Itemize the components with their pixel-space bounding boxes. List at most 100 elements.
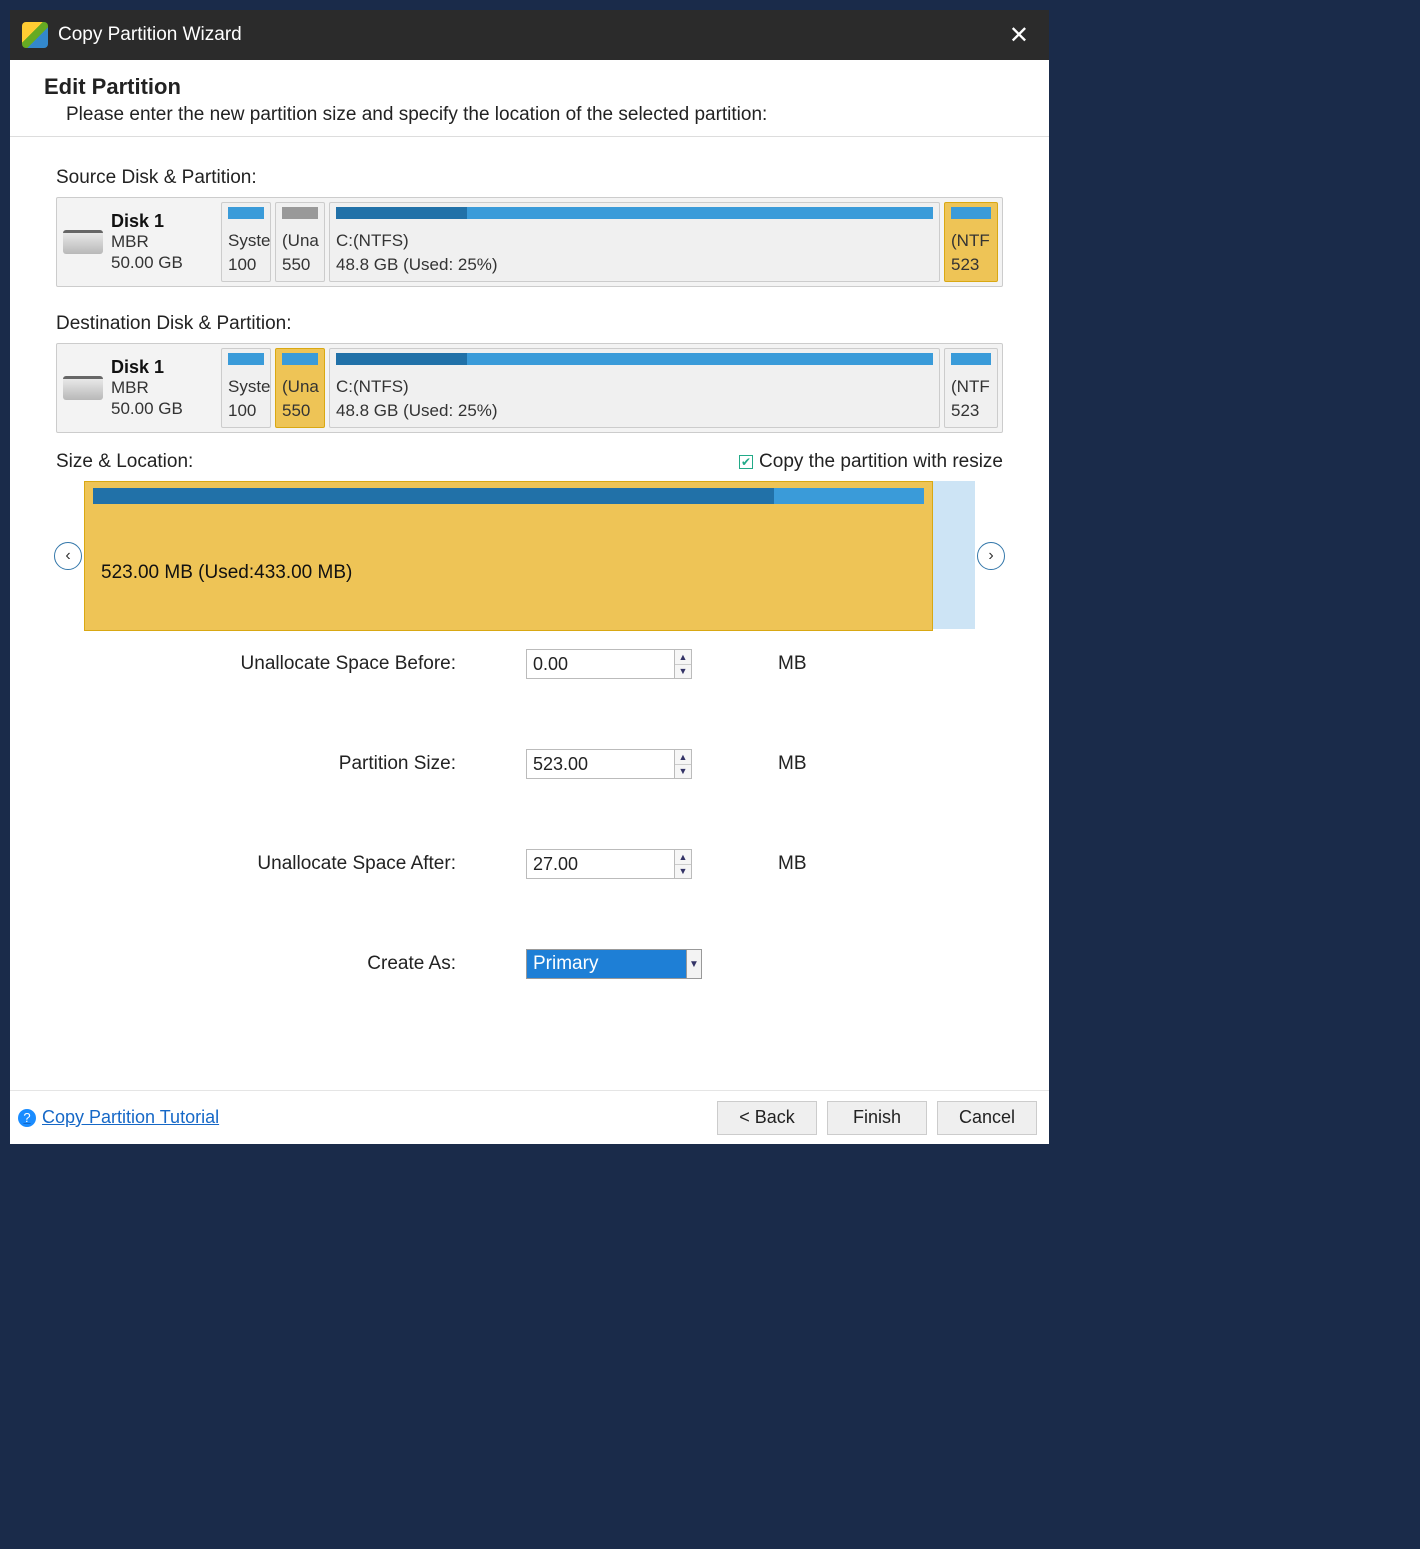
destination-disk-size: 50.00 GB	[111, 399, 183, 419]
stepper-down-icon[interactable]: ▼	[675, 865, 691, 879]
stepper-down-icon[interactable]: ▼	[675, 765, 691, 779]
partition-label: C:(NTFS)	[336, 375, 933, 399]
help-link-text: Copy Partition Tutorial	[42, 1107, 219, 1128]
partition-usage-bar	[336, 353, 933, 365]
source-disk-info: Disk 1 MBR 50.00 GB	[61, 202, 217, 282]
partition-sublabel: 100	[228, 253, 264, 277]
destination-disk-box: Disk 1 MBR 50.00 GB Syste100(Una550C:(NT…	[56, 343, 1003, 433]
partition-usage-bar	[336, 207, 933, 219]
finish-button[interactable]: Finish	[827, 1101, 927, 1135]
partition-sublabel: 550	[282, 399, 318, 423]
partition-usage-bar	[951, 207, 991, 219]
partition-sublabel: 523	[951, 253, 991, 277]
destination-disk-scheme: MBR	[111, 378, 183, 398]
partition-block[interactable]: Syste100	[221, 202, 271, 282]
source-label: Source Disk & Partition:	[56, 167, 1003, 189]
partition-slider[interactable]: 523.00 MB (Used:433.00 MB) ‹ ›	[56, 481, 1003, 631]
partition-sublabel: 550	[282, 253, 318, 277]
partition-label: (Una	[282, 375, 318, 399]
partition-label: (NTF	[951, 375, 991, 399]
destination-label: Destination Disk & Partition:	[56, 313, 1003, 335]
partition-label: (Una	[282, 229, 318, 253]
partition-label: C:(NTFS)	[336, 229, 933, 253]
slider-partition-block[interactable]: 523.00 MB (Used:433.00 MB)	[84, 481, 933, 631]
slider-unallocated-tail	[933, 481, 975, 629]
source-partitions: Syste100(Una550C:(NTFS)48.8 GB (Used: 25…	[221, 202, 998, 282]
partition-usage-bar	[282, 207, 318, 219]
size-location-label: Size & Location:	[56, 451, 739, 473]
partition-usage-bar	[282, 353, 318, 365]
page-title: Edit Partition	[44, 74, 1015, 100]
space-before-unit: MB	[778, 653, 807, 675]
partition-sublabel: 48.8 GB (Used: 25%)	[336, 399, 933, 423]
size-location-row: Size & Location: ✔ Copy the partition wi…	[56, 451, 1003, 473]
partition-label: (NTF	[951, 229, 991, 253]
disk-icon	[63, 376, 103, 400]
space-before-label: Unallocate Space Before:	[56, 653, 526, 675]
cancel-button[interactable]: Cancel	[937, 1101, 1037, 1135]
partition-block[interactable]: (Una550	[275, 348, 325, 428]
source-disk-scheme: MBR	[111, 232, 183, 252]
row-space-before: Unallocate Space Before: ▲ ▼ MB	[56, 649, 1003, 679]
slider-usage-bar	[93, 488, 924, 504]
partition-label: Syste	[228, 375, 264, 399]
chevron-right-icon: ›	[988, 547, 993, 565]
source-disk-box: Disk 1 MBR 50.00 GB Syste100(Una550C:(NT…	[56, 197, 1003, 287]
slider-handle-left[interactable]: ‹	[54, 542, 82, 570]
help-icon: ?	[18, 1109, 36, 1127]
help-link[interactable]: ? Copy Partition Tutorial	[18, 1107, 219, 1128]
partition-sublabel: 100	[228, 399, 264, 423]
slider-handle-right[interactable]: ›	[977, 542, 1005, 570]
space-after-unit: MB	[778, 853, 807, 875]
app-icon	[22, 22, 48, 48]
destination-partitions: Syste100(Una550C:(NTFS)48.8 GB (Used: 25…	[221, 348, 998, 428]
partition-block[interactable]: Syste100	[221, 348, 271, 428]
page-subtitle: Please enter the new partition size and …	[44, 104, 1015, 126]
stepper-down-icon[interactable]: ▼	[675, 665, 691, 679]
create-as-value: Primary	[526, 949, 686, 979]
disk-icon	[63, 230, 103, 254]
checkbox-icon: ✔	[739, 455, 753, 469]
row-partition-size: Partition Size: ▲ ▼ MB	[56, 749, 1003, 779]
chevron-down-icon[interactable]: ▼	[686, 949, 702, 979]
space-before-input[interactable]: ▲ ▼	[526, 649, 692, 679]
stepper-up-icon[interactable]: ▲	[675, 850, 691, 865]
back-button[interactable]: < Back	[717, 1101, 817, 1135]
titlebar: Copy Partition Wizard ✕	[10, 10, 1049, 60]
resize-checkbox[interactable]: ✔ Copy the partition with resize	[739, 451, 1003, 473]
space-before-field[interactable]	[526, 649, 674, 679]
partition-block[interactable]: C:(NTFS)48.8 GB (Used: 25%)	[329, 348, 940, 428]
partition-sublabel: 48.8 GB (Used: 25%)	[336, 253, 933, 277]
partition-block[interactable]: (NTF523	[944, 348, 998, 428]
form-rows: Unallocate Space Before: ▲ ▼ MB Partitio…	[56, 649, 1003, 979]
destination-disk-info: Disk 1 MBR 50.00 GB	[61, 348, 217, 428]
partition-sublabel: 523	[951, 399, 991, 423]
partition-size-input[interactable]: ▲ ▼	[526, 749, 692, 779]
create-as-select[interactable]: Primary ▼	[526, 949, 702, 979]
partition-size-field[interactable]	[526, 749, 674, 779]
partition-usage-bar	[228, 207, 264, 219]
resize-checkbox-label: Copy the partition with resize	[759, 451, 1003, 473]
window-title: Copy Partition Wizard	[58, 24, 991, 46]
partition-block[interactable]: C:(NTFS)48.8 GB (Used: 25%)	[329, 202, 940, 282]
partition-label: Syste	[228, 229, 264, 253]
close-icon[interactable]: ✕	[1001, 17, 1037, 54]
partition-usage-bar	[228, 353, 264, 365]
stepper-up-icon[interactable]: ▲	[675, 750, 691, 765]
space-after-label: Unallocate Space After:	[56, 853, 526, 875]
row-space-after: Unallocate Space After: ▲ ▼ MB	[56, 849, 1003, 879]
stepper-up-icon[interactable]: ▲	[675, 650, 691, 665]
space-after-field[interactable]	[526, 849, 674, 879]
partition-usage-bar	[951, 353, 991, 365]
partition-block[interactable]: (NTF523	[944, 202, 998, 282]
partition-block[interactable]: (Una550	[275, 202, 325, 282]
partition-size-unit: MB	[778, 753, 807, 775]
row-create-as: Create As: Primary ▼	[56, 949, 1003, 979]
chevron-left-icon: ‹	[65, 547, 70, 565]
space-after-input[interactable]: ▲ ▼	[526, 849, 692, 879]
body: Source Disk & Partition: Disk 1 MBR 50.0…	[10, 137, 1049, 1090]
partition-size-label: Partition Size:	[56, 753, 526, 775]
destination-disk-name: Disk 1	[111, 357, 183, 378]
slider-text: 523.00 MB (Used:433.00 MB)	[101, 562, 352, 584]
wizard-modal: Copy Partition Wizard ✕ Edit Partition P…	[9, 9, 1050, 1145]
